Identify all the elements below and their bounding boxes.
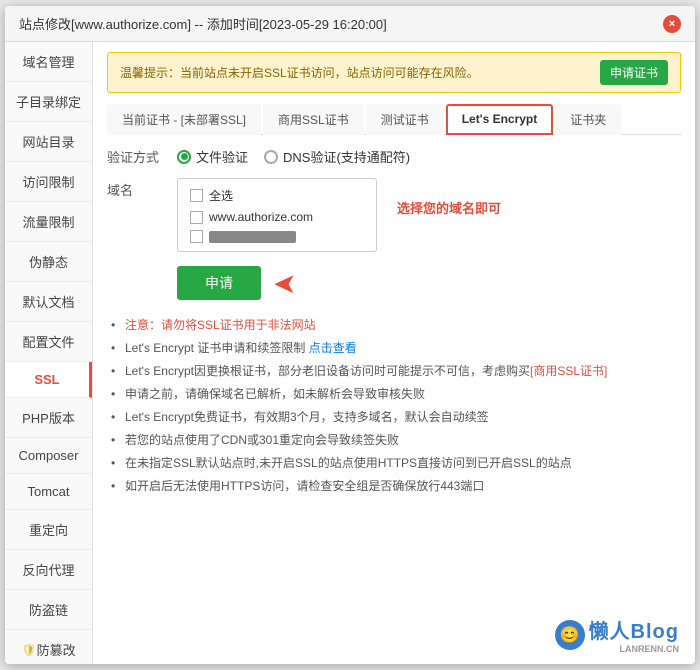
submit-area: 申请 ➤ — [107, 266, 681, 300]
shield-icon: 🛡 — [21, 643, 36, 657]
tab-cert-folder[interactable]: 证书夹 — [555, 104, 621, 135]
sidebar-item-anti-tamper[interactable]: 🛡防篡改 — [5, 630, 92, 664]
tab-lets-encrypt[interactable]: Let's Encrypt — [446, 104, 554, 135]
select-all-label: 全选 — [209, 187, 233, 204]
sidebar-item-default-doc[interactable]: 默认文档 — [5, 282, 92, 322]
brand-sub: LANRENN.CN — [589, 644, 679, 654]
sidebar-label-traffic-limit: 流量限制 — [22, 212, 74, 231]
verification-row: 验证方式 文件验证 DNS验证(支持通配符) — [107, 147, 681, 166]
verification-options: 文件验证 DNS验证(支持通配符) — [177, 147, 410, 166]
sidebar-label-redirect: 重定向 — [29, 520, 68, 539]
sidebar-label-composer: Composer — [19, 448, 79, 463]
sidebar-label-ssl: SSL — [34, 372, 59, 387]
domain-section: 域名 全选 www.authorize.com ██ ██ ██ ████ — [107, 178, 681, 252]
domain-checkbox-0[interactable] — [190, 211, 203, 224]
domain-label: 域名 — [107, 178, 177, 252]
sidebar: 域名管理子目录绑定网站目录访问限制流量限制伪静态默认文档配置文件 SSL PHP版本… — [5, 42, 93, 664]
modal-title: 站点修改[www.authorize.com] -- 添加时间[2023-05-… — [19, 14, 387, 33]
tabs-container: 当前证书 - [未部署SSL]商用SSL证书测试证书Let's Encrypt证… — [107, 103, 681, 135]
sidebar-label-tomcat: Tomcat — [28, 484, 70, 499]
submit-button[interactable]: 申请 — [177, 266, 261, 300]
sidebar-item-reverse-proxy[interactable]: 反向代理 — [5, 550, 92, 590]
sidebar-label-pseudo-static: 伪静态 — [29, 252, 68, 271]
note-item-4: Let's Encrypt免费证书，有效期3个月，支持多域名，默认会自动续签 — [111, 408, 681, 426]
domain-checkbox-1[interactable] — [190, 230, 203, 243]
sidebar-label-subdir-bind: 子目录绑定 — [16, 92, 81, 111]
sidebar-item-redirect[interactable]: 重定向 — [5, 510, 92, 550]
note-item-1: Let's Encrypt 证书申请和续签限制 点击查看 — [111, 339, 681, 357]
note-item-2: Let's Encrypt因更换根证书，部分老旧设备访问时可能提示不可信，考虑购… — [111, 362, 681, 380]
dns-verify-radio[interactable] — [264, 150, 278, 164]
warning-banner: 温馨提示：当前站点未开启SSL证书访问，站点访问可能存在风险。 申请证书 — [107, 52, 681, 93]
sidebar-label-config-file: 配置文件 — [22, 332, 74, 351]
footer-brand: 😊 懒人Blog LANRENN.CN — [555, 615, 679, 654]
note-item-6: 在未指定SSL默认站点时,未开启SSL的站点使用HTTPS直接访问到已开启SSL… — [111, 454, 681, 472]
sidebar-item-config-file[interactable]: 配置文件 — [5, 322, 92, 362]
sidebar-label-anti-leech: 防盗链 — [29, 600, 68, 619]
domain-box: 全选 www.authorize.com ██ ██ ██ ████ — [177, 178, 377, 252]
sidebar-label-reverse-proxy: 反向代理 — [22, 560, 74, 579]
sidebar-item-domain-mgmt[interactable]: 域名管理 — [5, 42, 92, 82]
file-verify-label: 文件验证 — [196, 147, 248, 166]
sidebar-label-website-dir: 网站目录 — [22, 132, 74, 151]
modal-header: 站点修改[www.authorize.com] -- 添加时间[2023-05-… — [5, 6, 695, 42]
verification-label: 验证方式 — [107, 147, 177, 166]
domain-name-1: ██ ██ ██ ████ — [209, 231, 296, 243]
note-item-7: 如开启后无法使用HTTPS访问，请检查安全组是否确保放行443端口 — [111, 477, 681, 495]
brand-logo: 😊 — [555, 620, 585, 650]
select-all-checkbox[interactable] — [190, 189, 203, 202]
tab-commercial-ssl[interactable]: 商用SSL证书 — [263, 104, 364, 135]
sidebar-item-tomcat[interactable]: Tomcat — [5, 474, 92, 510]
dns-verify-option[interactable]: DNS验证(支持通配符) — [264, 147, 410, 166]
main-content: 温馨提示：当前站点未开启SSL证书访问，站点访问可能存在风险。 申请证书 当前证… — [93, 42, 695, 664]
domain-hint: 选择您的域名即可 — [397, 178, 501, 252]
sidebar-label-anti-tamper: 防篡改 — [37, 640, 76, 659]
dns-verify-label: DNS验证(支持通配符) — [283, 147, 410, 166]
sidebar-item-traffic-limit[interactable]: 流量限制 — [5, 202, 92, 242]
sidebar-label-default-doc: 默认文档 — [22, 292, 74, 311]
domain-name-0: www.authorize.com — [209, 210, 313, 224]
sidebar-item-website-dir[interactable]: 网站目录 — [5, 122, 92, 162]
sidebar-item-composer[interactable]: Composer — [5, 438, 92, 474]
note-item-0: 注意：请勿将SSL证书用于非法网站 — [111, 316, 681, 334]
note-item-5: 若您的站点使用了CDN或301重定向会导致续签失败 — [111, 431, 681, 449]
note-item-3: 申请之前，请确保域名已解析，如未解析会导致审核失败 — [111, 385, 681, 403]
sidebar-item-subdir-bind[interactable]: 子目录绑定 — [5, 82, 92, 122]
select-all-item[interactable]: 全选 — [190, 187, 364, 204]
notes-list: 注意：请勿将SSL证书用于非法网站 Let's Encrypt 证书申请和续签限制… — [107, 316, 681, 500]
sidebar-item-anti-leech[interactable]: 防盗链 — [5, 590, 92, 630]
note-buy-link-2[interactable]: [商用SSL证书] — [530, 364, 607, 378]
tab-current-cert[interactable]: 当前证书 - [未部署SSL] — [107, 104, 261, 135]
sidebar-item-pseudo-static[interactable]: 伪静态 — [5, 242, 92, 282]
sidebar-label-domain-mgmt: 域名管理 — [22, 52, 74, 71]
domain-item-1[interactable]: ██ ██ ██ ████ — [190, 230, 364, 243]
file-verify-radio[interactable] — [177, 150, 191, 164]
tab-test-cert[interactable]: 测试证书 — [366, 104, 444, 135]
sidebar-item-ssl[interactable]: SSL — [5, 362, 92, 398]
arrow-icon: ➤ — [273, 267, 296, 300]
sidebar-label-php-version: PHP版本 — [22, 408, 75, 427]
close-button[interactable]: × — [663, 15, 681, 33]
brand-name: 懒人Blog — [589, 621, 679, 643]
domain-item-0[interactable]: www.authorize.com — [190, 210, 364, 224]
sidebar-item-access-limit[interactable]: 访问限制 — [5, 162, 92, 202]
sidebar-label-access-limit: 访问限制 — [22, 172, 74, 191]
note-link-1[interactable]: 点击查看 — [309, 341, 357, 355]
apply-cert-button[interactable]: 申请证书 — [600, 60, 668, 85]
warning-text: 温馨提示：当前站点未开启SSL证书访问，站点访问可能存在风险。 — [120, 64, 590, 81]
file-verify-option[interactable]: 文件验证 — [177, 147, 248, 166]
sidebar-item-php-version[interactable]: PHP版本 — [5, 398, 92, 438]
